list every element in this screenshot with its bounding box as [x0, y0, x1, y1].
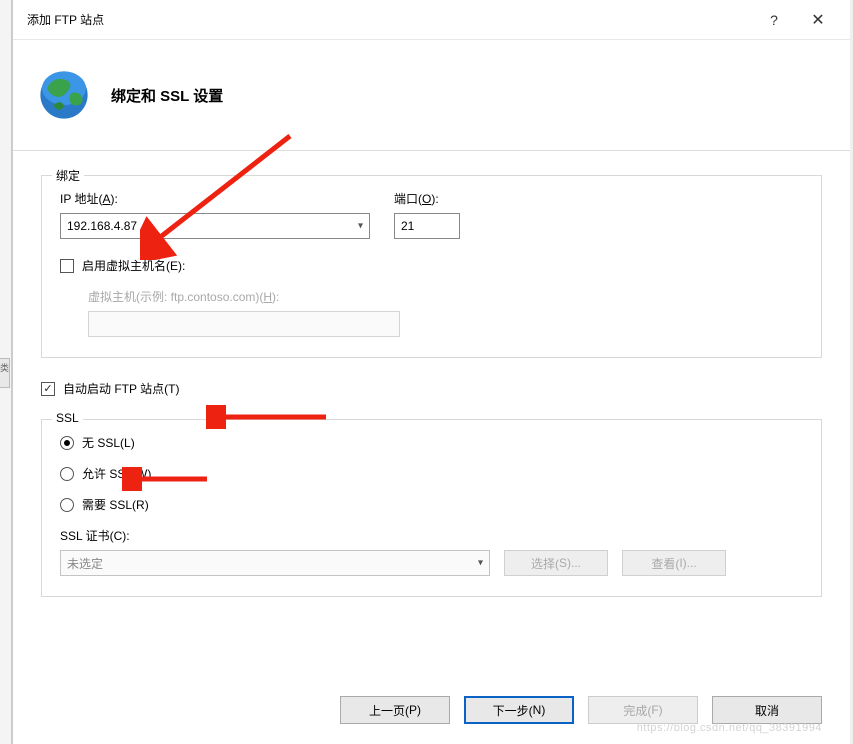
content-area: 绑定 IP 地址(A): 192.168.4.87 ▾ 端口(O): 启用虚拟主…	[13, 175, 850, 597]
vhost-checkbox-row[interactable]: 启用虚拟主机名(E):	[60, 257, 803, 274]
binding-fieldset: 绑定 IP 地址(A): 192.168.4.87 ▾ 端口(O): 启用虚拟主…	[41, 175, 822, 358]
ip-value: 192.168.4.87	[67, 219, 137, 233]
port-input[interactable]	[394, 213, 460, 239]
page-title: 绑定和 SSL 设置	[111, 85, 223, 106]
finish-button: 完成(F)	[588, 696, 698, 724]
ssl-require-radio[interactable]	[60, 498, 74, 512]
select-cert-button: 选择(S)...	[504, 550, 608, 576]
help-button[interactable]: ?	[752, 4, 796, 36]
ssl-require-row[interactable]: 需要 SSL(R)	[60, 496, 803, 513]
ssl-cert-value: 未选定	[67, 555, 103, 572]
binding-legend: 绑定	[52, 167, 84, 184]
ssl-allow-radio[interactable]	[60, 467, 74, 481]
auto-start-checkbox[interactable]	[41, 382, 55, 396]
ssl-none-label: 无 SSL(L)	[82, 434, 135, 451]
watermark: https://blog.csdn.net/qq_38391994	[637, 722, 822, 734]
auto-start-row[interactable]: 自动启动 FTP 站点(T)	[41, 380, 822, 397]
ssl-cert-label: SSL 证书(C):	[60, 527, 803, 544]
vhost-input	[88, 311, 400, 337]
ssl-none-row[interactable]: 无 SSL(L)	[60, 434, 803, 451]
dialog-window: 添加 FTP 站点 ? ✕ 绑定和 SSL 设置 绑定 IP 地址(A): 19…	[12, 0, 850, 744]
vhost-checkbox-label: 启用虚拟主机名(E):	[82, 257, 185, 274]
dialog-header: 绑定和 SSL 设置	[13, 40, 850, 150]
dialog-footer: 上一页(P) 下一步(N) 完成(F) 取消	[340, 696, 822, 724]
ip-label: IP 地址(A):	[60, 190, 370, 207]
ssl-cert-combo: 未选定 ▾	[60, 550, 490, 576]
header-divider	[13, 150, 850, 151]
close-button[interactable]: ✕	[796, 4, 840, 36]
auto-start-label: 自动启动 FTP 站点(T)	[63, 380, 179, 397]
titlebar: 添加 FTP 站点 ? ✕	[13, 0, 850, 40]
vhost-checkbox[interactable]	[60, 259, 74, 273]
ssl-legend: SSL	[52, 411, 83, 425]
ssl-none-radio[interactable]	[60, 436, 74, 450]
vhost-block: 虚拟主机(示例: ftp.contoso.com)(H):	[60, 288, 803, 337]
prev-button[interactable]: 上一页(P)	[340, 696, 450, 724]
next-button[interactable]: 下一步(N)	[464, 696, 574, 724]
port-label: 端口(O):	[394, 190, 460, 207]
globe-icon	[37, 68, 91, 122]
chevron-down-icon: ▾	[478, 558, 483, 569]
port-field: 端口(O):	[394, 190, 460, 239]
chevron-down-icon: ▾	[358, 221, 363, 232]
ssl-require-label: 需要 SSL(R)	[82, 496, 149, 513]
cancel-button[interactable]: 取消	[712, 696, 822, 724]
ssl-allow-row[interactable]: 允许 SSL(W)	[60, 465, 803, 482]
ip-field: IP 地址(A): 192.168.4.87 ▾	[60, 190, 370, 239]
ssl-allow-label: 允许 SSL(W)	[82, 465, 151, 482]
window-title: 添加 FTP 站点	[27, 11, 752, 28]
vhost-label: 虚拟主机(示例: ftp.contoso.com)(H):	[88, 288, 803, 305]
view-cert-button: 查看(I)...	[622, 550, 726, 576]
left-side-tab: 类	[0, 358, 10, 388]
left-edge-bar: 类	[0, 0, 12, 744]
ip-address-combo[interactable]: 192.168.4.87 ▾	[60, 213, 370, 239]
ssl-fieldset: SSL 无 SSL(L) 允许 SSL(W) 需要 SSL(R) SSL 证书(…	[41, 419, 822, 597]
